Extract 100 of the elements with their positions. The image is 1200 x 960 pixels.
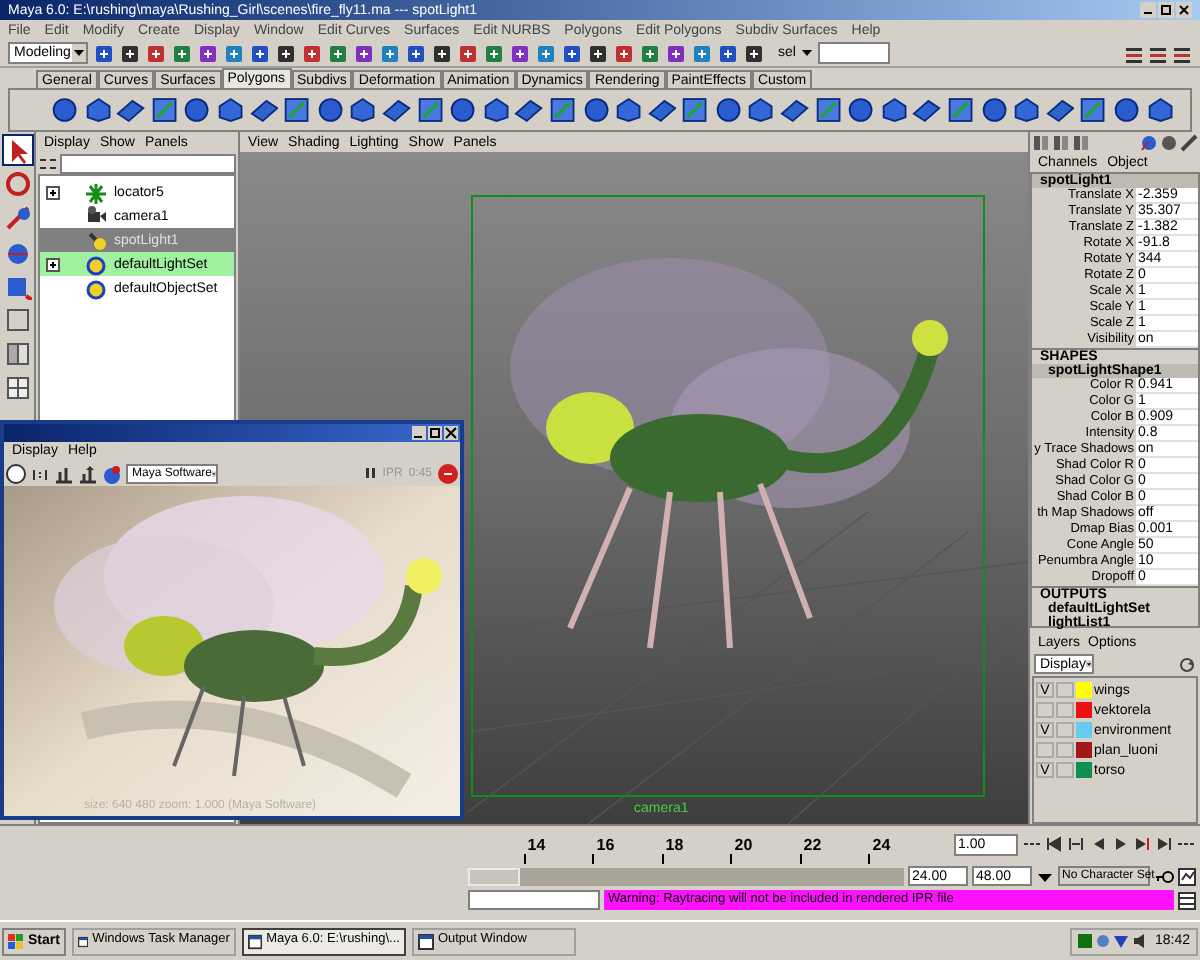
tool-icon[interactable] bbox=[614, 43, 634, 63]
polygon-tool-icon[interactable] bbox=[83, 94, 113, 126]
keep-image-icon[interactable] bbox=[54, 463, 74, 483]
layout-icon[interactable] bbox=[1172, 43, 1192, 63]
two-pane-icon[interactable] bbox=[3, 340, 31, 368]
panel-layout-icon[interactable] bbox=[1032, 134, 1050, 152]
four-pane-icon[interactable] bbox=[3, 374, 31, 402]
key-icon[interactable] bbox=[1154, 867, 1174, 885]
single-pane-icon[interactable] bbox=[3, 306, 31, 334]
tool-icon[interactable] bbox=[406, 43, 426, 63]
expand-icon[interactable] bbox=[46, 257, 60, 271]
selection-field[interactable] bbox=[817, 42, 890, 64]
tool-icon[interactable] bbox=[250, 43, 270, 63]
polygon-tool-icon[interactable] bbox=[481, 94, 511, 126]
attribute-icon[interactable] bbox=[1140, 134, 1158, 152]
tool-icon[interactable] bbox=[744, 43, 764, 63]
polygon-tool-icon[interactable] bbox=[946, 94, 976, 126]
stop-render-icon[interactable] bbox=[438, 463, 458, 483]
polygon-tool-icon[interactable] bbox=[215, 94, 246, 126]
tool-icon[interactable] bbox=[302, 43, 322, 63]
polygon-tool-icon[interactable] bbox=[713, 94, 743, 126]
visibility-toggle[interactable] bbox=[1036, 702, 1054, 718]
filter-field[interactable] bbox=[60, 153, 236, 173]
polygon-tool-icon[interactable] bbox=[680, 94, 710, 126]
polygon-tool-icon[interactable] bbox=[746, 94, 777, 126]
polygon-tool-icon[interactable] bbox=[514, 94, 544, 126]
tool-icon[interactable] bbox=[276, 43, 296, 63]
tool-icon[interactable] bbox=[562, 43, 582, 63]
refresh-icon[interactable] bbox=[1178, 655, 1196, 673]
close-icon[interactable] bbox=[1176, 2, 1192, 18]
polygon-tool-icon[interactable] bbox=[879, 94, 909, 126]
close-icon[interactable] bbox=[444, 426, 458, 440]
minimize-icon[interactable] bbox=[1140, 2, 1156, 18]
maximize-icon[interactable] bbox=[1158, 2, 1174, 18]
visibility-toggle[interactable] bbox=[1036, 742, 1054, 758]
polygon-tool-icon[interactable] bbox=[149, 94, 179, 126]
polygon-tool-icon[interactable] bbox=[348, 94, 378, 126]
polygon-tool-icon[interactable] bbox=[979, 94, 1009, 126]
volume-icon[interactable] bbox=[1132, 934, 1147, 948]
pause-icon[interactable] bbox=[366, 466, 377, 480]
polygon-tool-icon[interactable] bbox=[50, 94, 80, 126]
select-tool-icon[interactable] bbox=[3, 136, 31, 164]
polygon-tool-icon[interactable] bbox=[912, 94, 943, 126]
script-editor-icon[interactable] bbox=[1178, 891, 1196, 909]
tool-icon[interactable] bbox=[458, 43, 478, 63]
layout-icon[interactable] bbox=[1148, 43, 1168, 63]
tool-icon[interactable] bbox=[432, 43, 452, 63]
polygon-tool-icon[interactable] bbox=[614, 94, 644, 126]
lasso-icon[interactable] bbox=[3, 170, 31, 198]
polygon-tool-icon[interactable] bbox=[315, 94, 345, 126]
polygon-tool-icon[interactable] bbox=[182, 94, 212, 126]
command-field[interactable] bbox=[468, 890, 600, 910]
polygon-tool-icon[interactable] bbox=[1145, 94, 1175, 126]
tray-app-icon[interactable] bbox=[1078, 934, 1093, 948]
preferences-icon[interactable] bbox=[1178, 867, 1196, 885]
polygon-tool-icon[interactable] bbox=[448, 94, 478, 126]
polygon-tool-icon[interactable] bbox=[846, 94, 876, 126]
tool-icon[interactable] bbox=[510, 43, 530, 63]
polygon-tool-icon[interactable] bbox=[415, 94, 445, 126]
caret-icon[interactable] bbox=[212, 465, 216, 481]
play-forward-icon[interactable] bbox=[1110, 836, 1130, 854]
polygon-tool-icon[interactable] bbox=[647, 94, 677, 126]
brush-icon[interactable] bbox=[1180, 134, 1198, 152]
panel-layout-icon[interactable] bbox=[1052, 134, 1070, 152]
caret-icon[interactable] bbox=[72, 44, 86, 62]
paint-tool-icon[interactable] bbox=[3, 204, 31, 232]
caret-icon[interactable] bbox=[1085, 656, 1092, 672]
tray-shield-icon[interactable] bbox=[1114, 934, 1129, 948]
network-icon[interactable] bbox=[1096, 934, 1111, 948]
minimize-icon[interactable] bbox=[412, 426, 426, 440]
polygon-tool-icon[interactable] bbox=[116, 94, 146, 126]
polygon-tool-icon[interactable] bbox=[381, 94, 412, 126]
scale-tool-icon[interactable] bbox=[3, 272, 31, 300]
polygon-tool-icon[interactable] bbox=[282, 94, 312, 126]
tool-icon[interactable] bbox=[354, 43, 374, 63]
tool-icon[interactable] bbox=[146, 43, 166, 63]
polygon-tool-icon[interactable] bbox=[1078, 94, 1108, 126]
filter-icon[interactable] bbox=[38, 153, 58, 173]
polygon-tool-icon[interactable] bbox=[249, 94, 279, 126]
tool-icon[interactable] bbox=[588, 43, 608, 63]
layout-icon[interactable] bbox=[1124, 43, 1144, 63]
tool-icon[interactable] bbox=[120, 43, 140, 63]
tool-icon[interactable] bbox=[198, 43, 218, 63]
panel-layout-icon[interactable] bbox=[1072, 134, 1090, 152]
polygon-tool-icon[interactable] bbox=[1112, 94, 1142, 126]
polygon-tool-icon[interactable] bbox=[1045, 94, 1075, 126]
maximize-icon[interactable] bbox=[428, 426, 442, 440]
range-slider[interactable] bbox=[468, 867, 904, 885]
caret-icon[interactable] bbox=[801, 48, 812, 58]
render-settings-icon[interactable] bbox=[102, 463, 122, 483]
remove-image-icon[interactable] bbox=[78, 463, 98, 483]
expand-icon[interactable] bbox=[46, 185, 60, 199]
range-slider-handle[interactable] bbox=[468, 867, 521, 885]
render-icon[interactable] bbox=[6, 463, 26, 483]
step-back-key-icon[interactable] bbox=[1044, 836, 1064, 854]
tool-icon[interactable] bbox=[718, 43, 738, 63]
tool-icon[interactable] bbox=[94, 43, 114, 63]
step-forward-key-icon[interactable] bbox=[1154, 836, 1174, 854]
sphere-icon[interactable] bbox=[1160, 134, 1178, 152]
polygon-tool-icon[interactable] bbox=[547, 94, 577, 126]
